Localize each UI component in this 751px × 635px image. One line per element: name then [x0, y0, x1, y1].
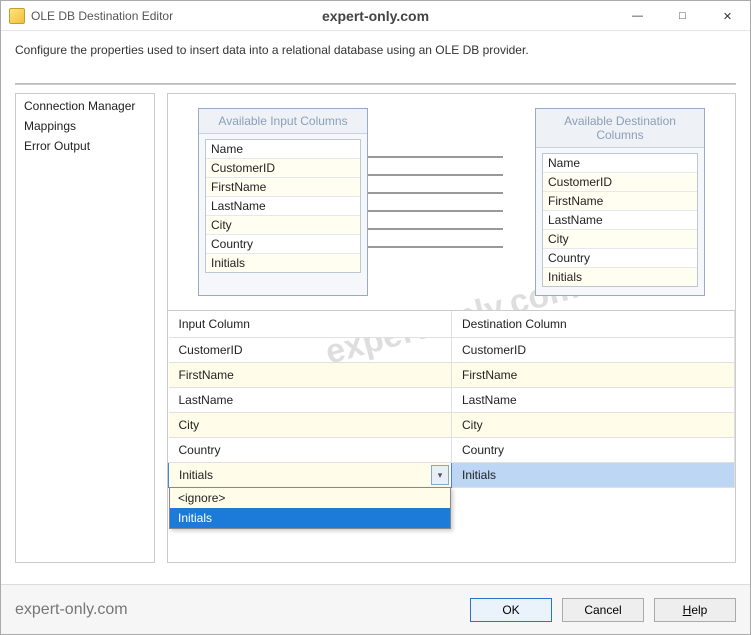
dropdown-option[interactable]: Initials	[170, 508, 450, 528]
dropdown-option[interactable]: <ignore>	[170, 488, 450, 508]
separator	[15, 83, 736, 85]
table-row[interactable]: CountryCountry	[169, 438, 735, 463]
ok-button[interactable]: OK	[470, 598, 552, 622]
help-button[interactable]: Help	[654, 598, 736, 622]
titlebar: OLE DB Destination Editor expert-only.co…	[1, 1, 750, 31]
close-button[interactable]: ✕	[705, 1, 750, 31]
table-row[interactable]: CityCity	[169, 413, 735, 438]
destination-column-cell[interactable]: Initials	[452, 463, 735, 488]
sidebar-item-mappings[interactable]: Mappings	[22, 118, 148, 134]
mapping-table: Input Column Destination Column Customer…	[168, 311, 735, 488]
input-column-cell[interactable]: Initials▾<ignore>Initials	[169, 463, 452, 488]
destination-column-cell[interactable]: CustomerID	[452, 338, 735, 363]
mapping-diagram: Available Input Columns Name CustomerID …	[168, 94, 735, 310]
input-column-cell[interactable]: City	[169, 413, 452, 438]
minimize-button[interactable]: —	[615, 1, 660, 31]
list-item[interactable]: LastName	[543, 211, 697, 230]
input-column-cell[interactable]: Country	[169, 438, 452, 463]
input-column-cell[interactable]: FirstName	[169, 363, 452, 388]
input-columns-box[interactable]: Available Input Columns Name CustomerID …	[198, 108, 368, 296]
help-button-label: H	[683, 603, 692, 617]
list-item[interactable]: Initials	[543, 268, 697, 286]
chevron-down-icon: ▾	[438, 470, 443, 481]
list-item[interactable]: Name	[543, 154, 697, 173]
col-header-destination[interactable]: Destination Column	[452, 311, 735, 338]
content-panel: expert-only.com Available Input Columns …	[167, 93, 736, 563]
list-item[interactable]: Initials	[206, 254, 360, 272]
help-button-rest: elp	[691, 603, 707, 617]
sidebar: Connection Manager Mappings Error Output	[15, 93, 155, 563]
input-column-cell[interactable]: CustomerID	[169, 338, 452, 363]
destination-column-cell[interactable]: FirstName	[452, 363, 735, 388]
table-row[interactable]: LastNameLastName	[169, 388, 735, 413]
sidebar-item-error-output[interactable]: Error Output	[22, 138, 148, 154]
footer-brand: expert-only.com	[15, 601, 128, 619]
destination-column-cell[interactable]: LastName	[452, 388, 735, 413]
col-header-input[interactable]: Input Column	[169, 311, 452, 338]
mapping-grid: Input Column Destination Column Customer…	[168, 310, 735, 562]
list-item[interactable]: City	[543, 230, 697, 249]
input-columns-list: Name CustomerID FirstName LastName City …	[205, 139, 361, 273]
list-item[interactable]: CustomerID	[206, 159, 360, 178]
table-row[interactable]: Initials▾<ignore>InitialsInitials	[169, 463, 735, 488]
list-item[interactable]: Country	[206, 235, 360, 254]
table-row[interactable]: FirstNameFirstName	[169, 363, 735, 388]
list-item[interactable]: FirstName	[206, 178, 360, 197]
list-item[interactable]: Country	[543, 249, 697, 268]
destination-columns-header: Available Destination Columns	[536, 109, 704, 148]
destination-columns-box[interactable]: Available Destination Columns Name Custo…	[535, 108, 705, 296]
input-column-cell[interactable]: LastName	[169, 388, 452, 413]
footer: expert-only.com OK Cancel Help	[1, 584, 750, 634]
list-item[interactable]: CustomerID	[543, 173, 697, 192]
window-controls: — □ ✕	[615, 1, 750, 31]
sidebar-item-connection-manager[interactable]: Connection Manager	[22, 98, 148, 114]
list-item[interactable]: Name	[206, 140, 360, 159]
destination-column-cell[interactable]: City	[452, 413, 735, 438]
list-item[interactable]: LastName	[206, 197, 360, 216]
list-item[interactable]: City	[206, 216, 360, 235]
table-row[interactable]: CustomerIDCustomerID	[169, 338, 735, 363]
maximize-button[interactable]: □	[660, 1, 705, 31]
list-item[interactable]: FirstName	[543, 192, 697, 211]
input-columns-header: Available Input Columns	[199, 109, 367, 134]
window-title: OLE DB Destination Editor	[31, 9, 173, 23]
destination-column-cell[interactable]: Country	[452, 438, 735, 463]
app-icon	[9, 8, 25, 24]
cancel-button[interactable]: Cancel	[562, 598, 644, 622]
dropdown-menu[interactable]: <ignore>Initials	[169, 487, 451, 529]
main-area: Connection Manager Mappings Error Output…	[1, 93, 750, 563]
dropdown-toggle[interactable]: ▾	[431, 465, 449, 485]
instructions-text: Configure the properties used to insert …	[1, 31, 750, 65]
destination-columns-list: Name CustomerID FirstName LastName City …	[542, 153, 698, 287]
